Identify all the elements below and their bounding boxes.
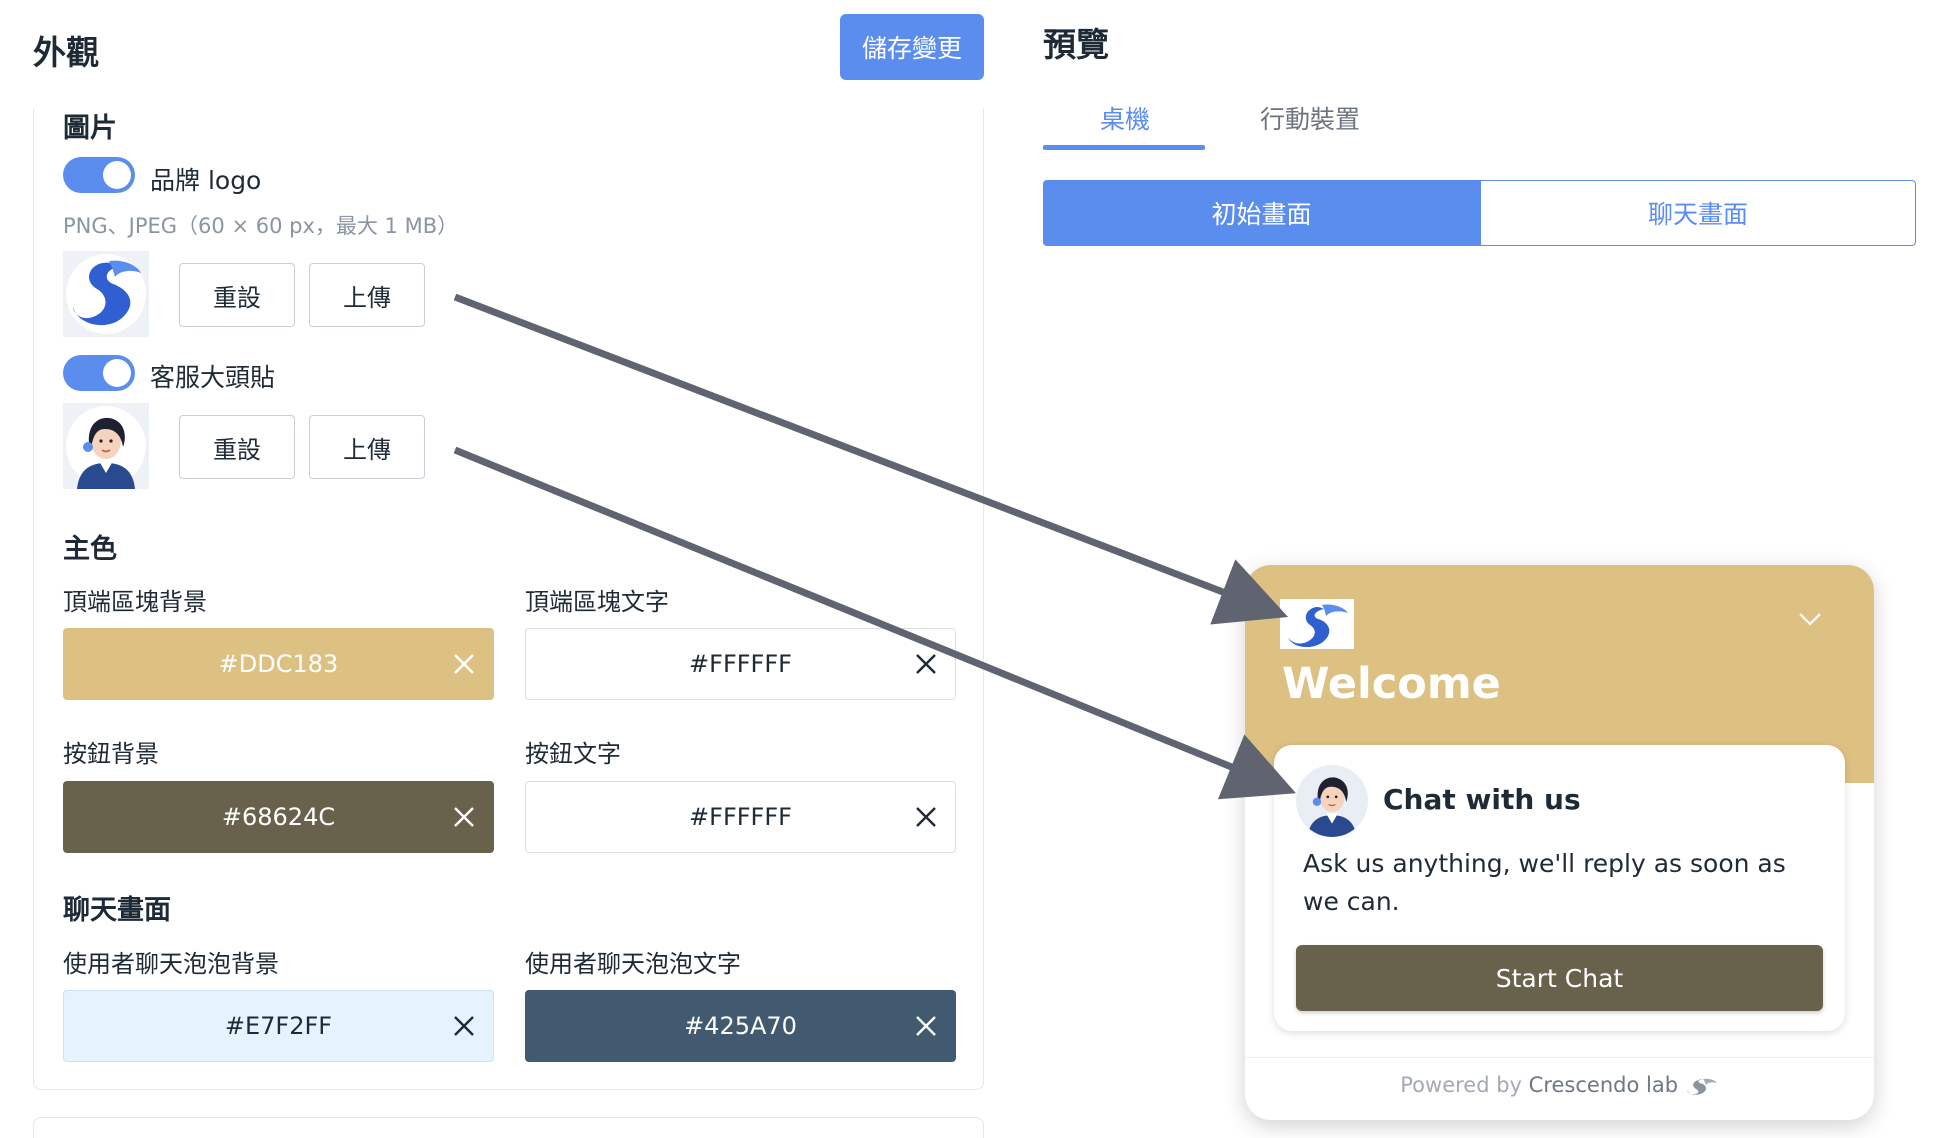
avatar-upload-button[interactable]: 上傳	[309, 415, 425, 479]
agent-avatar-toggle-label: 客服大頭貼	[150, 363, 276, 392]
chat-screen-section-title: 聊天畫面	[63, 895, 171, 926]
chat-card-title: Chat with us	[1383, 783, 1581, 816]
bubble-bg-value: #E7F2FF	[224, 1012, 333, 1040]
bubble-bg-color-input[interactable]: #E7F2FF	[63, 990, 494, 1062]
active-tab-indicator	[1043, 145, 1205, 150]
tab-mobile[interactable]: 行動裝置	[1260, 100, 1360, 136]
bubble-text-value: #425A70	[684, 1012, 797, 1040]
segment-initial-screen[interactable]: 初始畫面	[1043, 180, 1480, 246]
bubble-text-label: 使用者聊天泡泡文字	[525, 950, 741, 978]
close-icon[interactable]	[451, 651, 477, 677]
button-text-value: #FFFFFF	[689, 803, 792, 831]
button-text-color-input[interactable]: #FFFFFF	[525, 781, 956, 853]
close-icon[interactable]	[913, 804, 939, 830]
agent-avatar-thumbnail	[63, 403, 149, 489]
close-icon[interactable]	[913, 1013, 939, 1039]
powered-by-brand: Crescendo lab	[1528, 1073, 1679, 1097]
agent-avatar	[1296, 765, 1368, 837]
save-changes-button[interactable]: 儲存變更	[840, 14, 984, 80]
logo-upload-button[interactable]: 上傳	[309, 263, 425, 327]
brand-logo-icon	[1686, 1078, 1717, 1095]
header-bg-value: #DDC183	[218, 650, 339, 678]
brand-logo-icon	[1280, 599, 1354, 649]
header-text-value: #FFFFFF	[689, 650, 792, 678]
primary-color-section-title: 主色	[63, 534, 117, 565]
button-bg-value: #68624C	[221, 803, 336, 831]
powered-by-footer: Powered by Crescendo lab	[1245, 1073, 1874, 1097]
close-icon[interactable]	[451, 1013, 477, 1039]
logo-reset-button[interactable]: 重設	[179, 263, 295, 327]
brand-logo-thumbnail	[63, 251, 149, 337]
header-text-color-input[interactable]: #FFFFFF	[525, 628, 956, 700]
agent-avatar-icon	[63, 403, 149, 489]
bubble-text-color-input[interactable]: #425A70	[525, 990, 956, 1062]
next-settings-card	[33, 1117, 984, 1138]
header-bg-label: 頂端區塊背景	[63, 588, 207, 616]
header-text-label: 頂端區塊文字	[525, 588, 669, 616]
widget-divider	[1245, 1057, 1874, 1058]
brand-logo-icon	[63, 251, 149, 337]
avatar-reset-button[interactable]: 重設	[179, 415, 295, 479]
agent-avatar-icon	[1296, 765, 1368, 837]
chat-widget-preview: Welcome Chat with us Ask us anything, we…	[1245, 565, 1874, 1120]
bubble-bg-label: 使用者聊天泡泡背景	[63, 950, 279, 978]
chat-with-us-card: Chat with us Ask us anything, we'll repl…	[1274, 745, 1845, 1031]
close-icon[interactable]	[913, 651, 939, 677]
button-bg-color-input[interactable]: #68624C	[63, 781, 494, 853]
chevron-down-icon[interactable]	[1798, 611, 1822, 631]
images-section-title: 圖片	[63, 113, 117, 144]
button-text-label: 按鈕文字	[525, 740, 621, 768]
brand-logo-toggle[interactable]	[63, 157, 135, 193]
segment-chat-screen[interactable]: 聊天畫面	[1480, 180, 1916, 246]
brand-logo-toggle-label: 品牌 logo	[150, 166, 262, 195]
widget-logo	[1280, 599, 1354, 649]
page-title: 外觀	[33, 33, 99, 72]
tab-desktop[interactable]: 桌機	[1100, 100, 1150, 136]
agent-avatar-toggle[interactable]	[63, 355, 135, 391]
powered-by-prefix: Powered by	[1400, 1073, 1522, 1097]
widget-welcome-text: Welcome	[1282, 659, 1501, 709]
start-chat-button[interactable]: Start Chat	[1296, 945, 1823, 1011]
button-bg-label: 按鈕背景	[63, 740, 159, 768]
header-bg-color-input[interactable]: #DDC183	[63, 628, 494, 700]
chat-card-description: Ask us anything, we'll reply as soon as …	[1303, 849, 1786, 916]
close-icon[interactable]	[451, 804, 477, 830]
preview-title: 預覽	[1043, 25, 1109, 64]
logo-format-hint: PNG、JPEG（60 × 60 px，最大 1 MB）	[63, 214, 459, 238]
